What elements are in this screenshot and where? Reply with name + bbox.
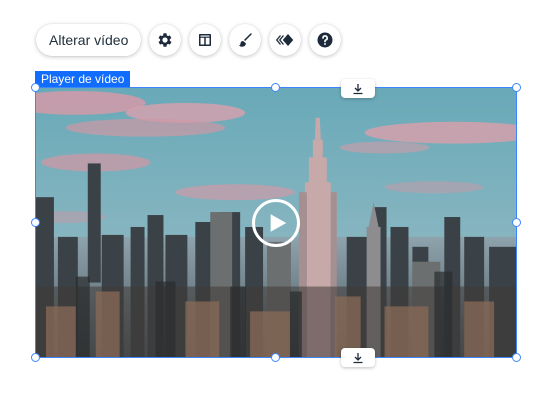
layout-icon	[199, 34, 212, 46]
component-toolbar: Alterar vídeo	[36, 24, 342, 56]
resize-handle-bottom[interactable]	[271, 353, 280, 362]
editor-canvas: Alterar vídeo Player de vídeo	[0, 0, 547, 396]
resize-handle-top[interactable]	[271, 83, 280, 92]
animation-icon	[276, 34, 294, 46]
change-video-button[interactable]: Alterar vídeo	[36, 24, 142, 56]
brush-icon	[239, 33, 253, 47]
top-stretch-button[interactable]	[341, 79, 375, 98]
play-button[interactable]	[252, 199, 300, 247]
resize-handle-bottom-right[interactable]	[512, 353, 521, 362]
resize-handle-right[interactable]	[512, 218, 521, 227]
resize-handle-top-left[interactable]	[31, 83, 40, 92]
settings-button[interactable]	[149, 24, 182, 56]
play-icon	[270, 214, 287, 232]
download-icon	[353, 352, 363, 363]
bottom-stretch-button[interactable]	[341, 348, 375, 367]
download-icon	[353, 83, 363, 94]
animation-button[interactable]	[269, 24, 302, 56]
help-button[interactable]	[309, 24, 342, 56]
resize-handle-bottom-left[interactable]	[31, 353, 40, 362]
gear-icon	[158, 33, 172, 47]
component-label: Player de vídeo	[35, 71, 131, 87]
resize-handle-top-right[interactable]	[512, 83, 521, 92]
design-button[interactable]	[229, 24, 262, 56]
help-icon	[317, 32, 333, 48]
resize-handle-left[interactable]	[31, 218, 40, 227]
video-player[interactable]	[35, 87, 517, 358]
layout-button[interactable]	[189, 24, 222, 56]
